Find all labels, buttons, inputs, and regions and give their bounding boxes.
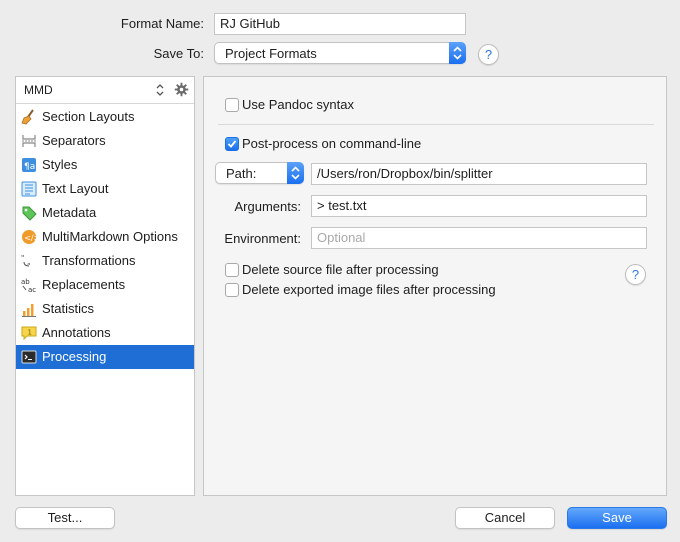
styles-icon: ¶a — [21, 157, 37, 173]
sidebar-item-statistics[interactable]: Statistics — [16, 297, 194, 321]
sidebar-item-label: Metadata — [42, 205, 97, 220]
help-button-top[interactable]: ? — [478, 44, 499, 65]
help-icon: ? — [631, 267, 640, 282]
gear-icon[interactable] — [174, 82, 189, 100]
sidebar-item-styles[interactable]: ¶a Styles — [16, 153, 194, 177]
svg-text:ac: ac — [28, 286, 36, 293]
sidebar-item-label: MultiMarkdown Options — [42, 229, 178, 244]
note-icon: 1 — [21, 325, 37, 341]
path-popup-value: Path: — [226, 166, 257, 181]
terminal-icon — [21, 349, 37, 365]
delete-images-label[interactable]: Delete exported image files after proces… — [242, 282, 496, 297]
sidebar-item-metadata[interactable]: Metadata — [16, 201, 194, 225]
post-process-checkbox[interactable] — [225, 137, 239, 151]
format-sidebar: MMD Section Layouts Separators ¶a Styles… — [15, 76, 195, 496]
path-popup[interactable]: Path: — [215, 162, 304, 184]
delete-images-checkbox[interactable] — [225, 283, 239, 297]
sidebar-item-processing[interactable]: Processing — [16, 345, 194, 369]
path-field[interactable]: /Users/ron/Dropbox/bin/splitter — [311, 163, 647, 185]
sidebar-item-label: Processing — [42, 349, 107, 364]
sidebar-item-label: Styles — [42, 157, 78, 172]
sidebar-header: MMD — [16, 77, 194, 104]
updown-arrows-icon[interactable] — [155, 83, 165, 100]
save-to-label: Save To: — [153, 46, 204, 61]
popup-arrows-icon — [449, 42, 466, 64]
bar-chart-icon — [21, 301, 37, 317]
sidebar-item-multimarkdown-options[interactable]: </> MultiMarkdown Options — [16, 225, 194, 249]
format-name-field[interactable]: RJ GitHub — [214, 13, 466, 35]
sidebar-item-label: Separators — [42, 133, 106, 148]
use-pandoc-label[interactable]: Use Pandoc syntax — [242, 97, 354, 112]
sidebar-item-label: Annotations — [42, 325, 111, 340]
post-process-label[interactable]: Post-process on command-line — [242, 136, 421, 151]
svg-text:ab: ab — [21, 278, 30, 286]
test-button[interactable]: Test... — [15, 507, 115, 529]
broom-icon — [21, 109, 37, 125]
sidebar-item-separators[interactable]: Separators — [16, 129, 194, 153]
help-button-processing[interactable]: ? — [625, 264, 646, 285]
cancel-button[interactable]: Cancel — [455, 507, 555, 529]
sidebar-item-section-layouts[interactable]: Section Layouts — [16, 105, 194, 129]
text-layout-icon — [21, 181, 37, 197]
sidebar-item-label: Statistics — [42, 301, 95, 316]
transformations-icon: " “ — [21, 253, 37, 270]
checkmark-icon — [227, 140, 237, 148]
popup-arrows-icon — [287, 162, 304, 184]
environment-label: Environment: — [224, 231, 301, 246]
use-pandoc-checkbox[interactable] — [225, 98, 239, 112]
arguments-label: Arguments: — [234, 199, 301, 214]
svg-text:1: 1 — [28, 329, 32, 337]
environment-field[interactable]: Optional — [311, 227, 647, 249]
sidebar-item-label: Section Layouts — [42, 109, 135, 124]
sidebar-item-label: Transformations — [42, 253, 136, 268]
divider — [218, 124, 654, 125]
svg-text:¶a: ¶a — [24, 162, 35, 172]
sidebar-item-label: Text Layout — [42, 181, 109, 196]
format-name-label: Format Name: — [120, 16, 204, 31]
delete-source-checkbox[interactable] — [225, 263, 239, 277]
arguments-field[interactable]: > test.txt — [311, 195, 647, 217]
replacements-icon: ab ac — [21, 277, 37, 294]
tag-icon — [21, 205, 37, 221]
sidebar-item-text-layout[interactable]: Text Layout — [16, 177, 194, 201]
help-icon: ? — [484, 47, 493, 62]
save-to-value: Project Formats — [225, 46, 317, 61]
separators-icon — [21, 133, 37, 149]
sidebar-item-replacements[interactable]: ab ac Replacements — [16, 273, 194, 297]
svg-text:</>: </> — [24, 234, 37, 243]
code-icon: </> — [21, 229, 40, 245]
processing-panel: Use Pandoc syntax Post-process on comman… — [203, 76, 667, 496]
save-button[interactable]: Save — [567, 507, 667, 529]
sidebar-item-label: Replacements — [42, 277, 126, 292]
delete-source-label[interactable]: Delete source file after processing — [242, 262, 439, 277]
svg-text:": " — [21, 254, 24, 262]
format-selector[interactable]: MMD — [24, 83, 53, 97]
sidebar-item-annotations[interactable]: 1 Annotations — [16, 321, 194, 345]
sidebar-item-transformations[interactable]: " “ Transformations — [16, 249, 194, 273]
save-to-popup[interactable]: Project Formats — [214, 42, 466, 64]
